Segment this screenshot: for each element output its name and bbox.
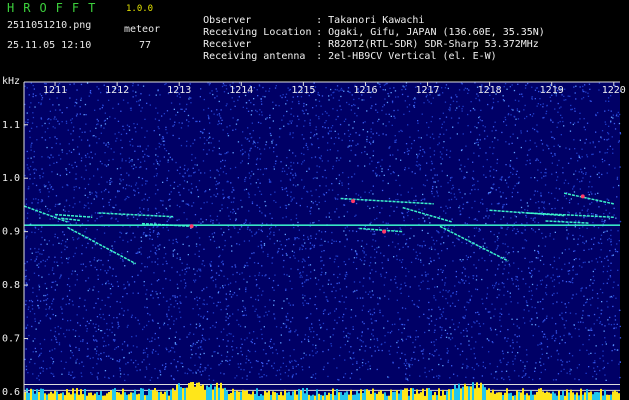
x-tick-label: 1214 bbox=[229, 85, 253, 96]
y-tick-label: 0.8 bbox=[2, 280, 20, 291]
spectrogram: kHz 1211 1212 1213 1214 1215 1216 1217 1218 1219 1… bbox=[0, 74, 629, 400]
header-panel: HROFFT 1.0.0 2511051210.png meteor 25.11… bbox=[0, 0, 629, 74]
meteor-hotspot bbox=[351, 199, 356, 204]
spectrogram-panel: kHz 1211 1212 1213 1214 1215 1216 1217 1218 1219 1… bbox=[0, 74, 629, 400]
plot-background bbox=[24, 82, 620, 400]
x-tick-label: 1215 bbox=[291, 85, 315, 96]
x-tick-label: 1219 bbox=[540, 85, 564, 96]
file-name: 2511051210.png bbox=[7, 20, 92, 31]
x-tick-label: 1212 bbox=[105, 85, 129, 96]
x-tick-label: 1217 bbox=[415, 85, 439, 96]
info-value: 2el-HB9CV Vertical (el. E-W) bbox=[328, 51, 497, 62]
y-tick-label: 1.0 bbox=[2, 173, 20, 184]
app-title: HROFFT bbox=[7, 1, 105, 15]
y-tick-label: 0.6 bbox=[2, 387, 20, 398]
y-tick-label: 0.7 bbox=[2, 334, 20, 345]
y-tick-label: 0.9 bbox=[2, 227, 20, 238]
info-key: Receiving antenna bbox=[203, 51, 306, 62]
meteor-hotspot bbox=[189, 224, 194, 229]
meteor-hotspot bbox=[382, 229, 387, 234]
info-colon: : bbox=[316, 51, 323, 62]
timestamp: 25.11.05 12:10 bbox=[7, 40, 92, 51]
x-tick-label: 1218 bbox=[478, 85, 502, 96]
x-tick-label: 1211 bbox=[43, 85, 67, 96]
meteor-count: 77 bbox=[139, 40, 152, 51]
meteor-label: meteor bbox=[124, 24, 161, 35]
info-row-antenna: Receiving antenna:2el-HB9CV Vertical (el… bbox=[179, 40, 497, 73]
x-tick-label: 1216 bbox=[353, 85, 377, 96]
x-tick-label: 1213 bbox=[167, 85, 191, 96]
app-version: 1.0.0 bbox=[126, 4, 154, 14]
y-axis-label: kHz bbox=[2, 76, 20, 87]
y-tick-label: 1.1 bbox=[2, 120, 20, 131]
x-tick-label: 1220 bbox=[602, 85, 626, 96]
meteor-hotspot bbox=[580, 194, 585, 199]
